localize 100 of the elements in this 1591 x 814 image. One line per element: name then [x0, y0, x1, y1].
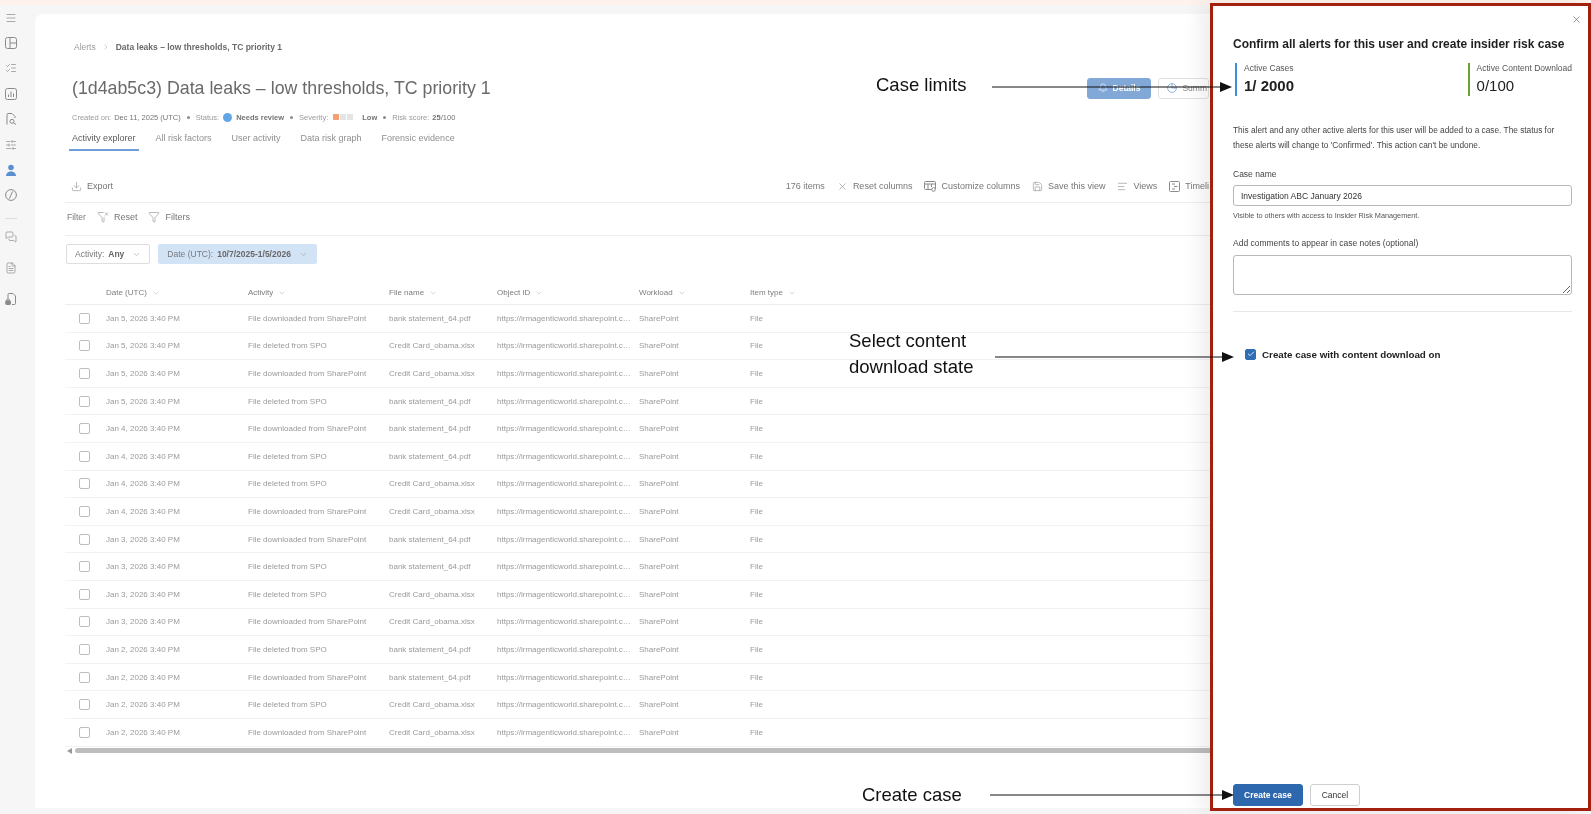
breadcrumb-link[interactable]: Data leaks – low thresholds, TC priority 1	[115, 42, 282, 52]
case-name-input[interactable]: Investigation ABC January 2026	[1233, 185, 1572, 206]
table-cell: File	[750, 589, 763, 599]
table-cell: SharePoint	[639, 313, 679, 323]
row-checkbox[interactable]	[79, 616, 90, 628]
tab[interactable]: Data risk graph	[297, 127, 365, 151]
slashed-circle-icon[interactable]	[5, 189, 17, 202]
table-cell: https://irmagenticworld.sharepoint.c…	[497, 313, 631, 323]
column-header[interactable]: Date (UTC)	[106, 288, 160, 297]
create-button[interactable]: Create case	[1233, 784, 1303, 806]
export-button[interactable]: Export	[71, 176, 113, 196]
table-cell: Jan 5, 2026 3:40 PM	[106, 341, 180, 351]
filter-chip[interactable]: Date (UTC): 10/7/2025-1/5/2026	[158, 244, 317, 264]
table-cell: SharePoint	[639, 589, 679, 599]
table-cell: File	[750, 727, 763, 737]
column-header[interactable]: Activity	[248, 288, 287, 297]
checkbox-label[interactable]: Create case with content download on	[1262, 348, 1441, 360]
reset-filter-button[interactable]: Reset	[96, 207, 138, 227]
row-checkbox[interactable]	[79, 340, 90, 352]
table-cell: SharePoint	[639, 644, 679, 654]
table-cell: Jan 4, 2026 3:40 PM	[106, 506, 180, 516]
table-cell: https://irmagenticworld.sharepoint.c…	[497, 617, 631, 627]
menu-icon[interactable]	[5, 11, 17, 24]
tab[interactable]: Activity explorer	[69, 127, 139, 151]
annotation-text: Select content download state	[849, 329, 975, 379]
table-cell: SharePoint	[639, 534, 679, 544]
row-checkbox[interactable]	[79, 588, 90, 600]
field-label: Case name	[1233, 168, 1278, 180]
reset-button[interactable]: Reset columns	[836, 176, 913, 196]
save-button[interactable]: Save this view	[1031, 176, 1106, 196]
row-checkbox[interactable]	[79, 699, 90, 711]
table-cell: SharePoint	[639, 700, 679, 710]
bar-chart-icon[interactable]	[5, 87, 17, 100]
chat-icon[interactable]	[5, 230, 17, 243]
table-cell: File	[750, 313, 763, 323]
column-header[interactable]: Workload	[639, 288, 686, 297]
table-cell: SharePoint	[639, 369, 679, 378]
table-cell: Credit Card_obama.xlsx	[389, 589, 475, 599]
table-cell: File downloaded from SharePoint	[248, 313, 367, 323]
filters-button[interactable]: Filters	[148, 207, 190, 227]
table-cell: https://irmagenticworld.sharepoint.c…	[497, 700, 631, 710]
checkbox[interactable]	[1245, 348, 1256, 360]
table-cell: SharePoint	[639, 727, 679, 737]
table-cell: File deleted from SPO	[248, 341, 327, 351]
document-icon[interactable]	[5, 261, 17, 274]
row-checkbox[interactable]	[79, 533, 90, 545]
item-count: 176 items	[785, 181, 825, 191]
table-cell: Jan 3, 2026 3:40 PM	[106, 534, 180, 544]
column-header[interactable]: File name	[389, 288, 438, 297]
table-cell: bank statement_64.pdf	[389, 396, 471, 406]
tab[interactable]: Forensic evidence	[378, 127, 458, 151]
table-cell: SharePoint	[639, 424, 679, 434]
lines-icon	[1117, 180, 1129, 192]
checklist-icon[interactable]	[5, 62, 17, 75]
stat-value: 1/ 2000	[1244, 76, 1295, 96]
columns-button[interactable]: Customize columns	[924, 176, 1020, 196]
row-checkbox[interactable]	[79, 671, 90, 683]
close-icon[interactable]	[1571, 13, 1582, 25]
row-checkbox[interactable]	[79, 726, 90, 738]
filter-clear-icon	[96, 211, 109, 223]
views-button[interactable]: Views	[1117, 176, 1158, 196]
table-cell: File	[750, 644, 763, 654]
pie-chart-icon	[1167, 83, 1178, 93]
breadcrumb-link[interactable]: Alerts	[74, 42, 96, 52]
tab[interactable]: User activity	[228, 127, 284, 151]
row-checkbox[interactable]	[79, 368, 90, 379]
timeline-icon	[1169, 180, 1181, 192]
column-header[interactable]: Object ID	[497, 288, 544, 297]
panel-title: Confirm all alerts for this user and create insider risk case	[1233, 36, 1566, 52]
comments-textarea[interactable]	[1233, 255, 1572, 295]
column-header[interactable]: Item type	[750, 288, 796, 297]
table-cell: bank statement_64.pdf	[389, 451, 471, 461]
document-lock-icon[interactable]	[5, 292, 17, 305]
table-cell: https://irmagenticworld.sharepoint.c…	[497, 506, 631, 516]
tab[interactable]: All risk factors	[152, 127, 215, 151]
table-cell: File	[750, 396, 763, 406]
sliders-icon[interactable]	[5, 138, 17, 151]
row-checkbox[interactable]	[79, 505, 90, 517]
row-checkbox[interactable]	[79, 395, 90, 407]
scrollbar-thumb[interactable]	[75, 748, 1212, 753]
row-checkbox[interactable]	[79, 450, 90, 462]
separator-dot-icon	[186, 115, 190, 119]
cancel-button[interactable]: Cancel	[1309, 784, 1361, 806]
row-checkbox[interactable]	[79, 312, 90, 324]
row-checkbox[interactable]	[79, 423, 90, 435]
document-search-icon[interactable]	[5, 113, 17, 126]
row-checkbox[interactable]	[79, 643, 90, 655]
table-cell: Jan 4, 2026 3:40 PM	[106, 424, 180, 434]
table-cell: File deleted from SPO	[248, 396, 327, 406]
scroll-left-arrow-icon[interactable]	[67, 747, 72, 754]
person-icon[interactable]	[5, 164, 17, 177]
dashboard-icon[interactable]	[5, 37, 17, 50]
table-cell: SharePoint	[639, 562, 679, 572]
timeline-button[interactable]: Timeli	[1169, 176, 1209, 196]
row-checkbox[interactable]	[79, 561, 90, 573]
row-checkbox[interactable]	[79, 478, 90, 490]
table-cell: File	[750, 672, 763, 682]
table-cell: bank statement_64.pdf	[389, 534, 471, 544]
table-cell: File	[750, 617, 763, 627]
filter-chip[interactable]: Activity: Any	[66, 244, 151, 264]
